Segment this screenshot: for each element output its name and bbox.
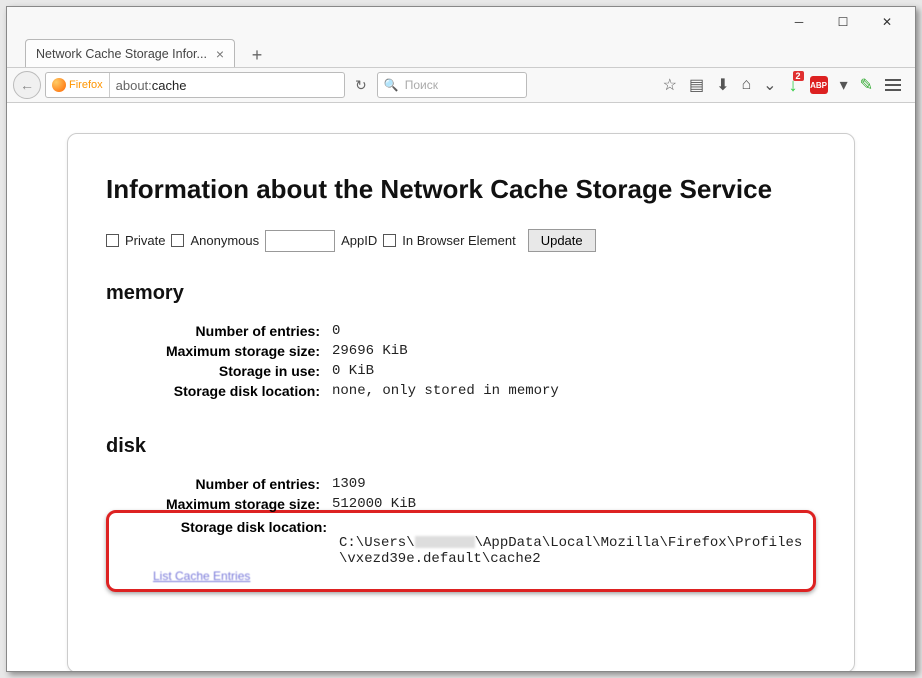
- home-icon[interactable]: ⌂: [741, 76, 751, 94]
- memory-inuse-label: Storage in use:: [132, 363, 332, 379]
- search-icon: 🔍: [384, 78, 399, 92]
- url-bar[interactable]: Firefox about:cache: [45, 72, 345, 98]
- disk-table: Number of entries: 1309 Maximum storage …: [132, 476, 816, 512]
- disk-heading: disk: [106, 435, 816, 458]
- memory-table: Number of entries: 0 Maximum storage siz…: [132, 323, 816, 399]
- titlebar: ─ ☐ ✕: [7, 7, 915, 37]
- downloads-icon[interactable]: ⬇: [716, 75, 729, 95]
- dropdown-icon[interactable]: ▾: [840, 75, 848, 95]
- memory-location-value: none, only stored in memory: [332, 383, 816, 399]
- memory-location-label: Storage disk location:: [132, 383, 332, 399]
- memory-entries-label: Number of entries:: [132, 323, 332, 339]
- checkbox-anonymous[interactable]: [171, 234, 184, 247]
- filter-row: Private Anonymous AppID In Browser Eleme…: [106, 229, 816, 252]
- disk-location-label: Storage disk location:: [139, 519, 339, 567]
- list-entries-link[interactable]: List Cache Entries: [153, 569, 809, 583]
- back-button[interactable]: ←: [13, 71, 41, 99]
- reading-list-icon[interactable]: ▤: [689, 75, 704, 95]
- update-button[interactable]: Update: [528, 229, 596, 252]
- memory-heading: memory: [106, 282, 816, 305]
- pocket-icon[interactable]: ⌄: [763, 75, 776, 95]
- memory-inuse-value: 0 KiB: [332, 363, 816, 379]
- toolbar-icons: ☆ ▤ ⬇ ⌂ ⌄ ↓ 2 ABP ▾ ✎: [663, 75, 909, 96]
- memory-maxsize-label: Maximum storage size:: [132, 343, 332, 359]
- identity-badge: Firefox: [52, 73, 110, 97]
- firefox-icon: [52, 78, 66, 92]
- maximize-button[interactable]: ☐: [821, 8, 865, 36]
- censored-username: [415, 536, 475, 548]
- tab-active[interactable]: Network Cache Storage Infor... ×: [25, 39, 235, 67]
- label-inbrowser: In Browser Element: [402, 233, 515, 248]
- page-card: Information about the Network Cache Stor…: [67, 133, 855, 671]
- url-text: about:cache: [116, 78, 187, 93]
- download-addon-icon[interactable]: ↓ 2: [789, 75, 798, 96]
- page-title: Information about the Network Cache Stor…: [106, 174, 816, 205]
- highlighted-location: Storage disk location: C:\Users\\AppData…: [106, 510, 816, 592]
- download-badge: 2: [793, 71, 804, 81]
- nav-toolbar: ← Firefox about:cache ↻ 🔍 Поиск ☆ ▤ ⬇ ⌂ …: [7, 67, 915, 103]
- new-tab-button[interactable]: +: [243, 43, 271, 67]
- label-private: Private: [125, 233, 165, 248]
- evernote-icon[interactable]: ✎: [860, 75, 873, 95]
- tab-strip: Network Cache Storage Infor... × +: [7, 37, 915, 67]
- abp-icon[interactable]: ABP: [810, 76, 828, 94]
- disk-entries-label: Number of entries:: [132, 476, 332, 492]
- search-placeholder: Поиск: [405, 78, 438, 92]
- content-area: Information about the Network Cache Stor…: [7, 103, 915, 671]
- disk-maxsize-label: Maximum storage size:: [132, 496, 332, 512]
- search-bar[interactable]: 🔍 Поиск: [377, 72, 527, 98]
- bookmark-star-icon[interactable]: ☆: [663, 75, 677, 95]
- tab-close-icon[interactable]: ×: [216, 46, 224, 62]
- reload-button[interactable]: ↻: [349, 77, 373, 94]
- memory-entries-value: 0: [332, 323, 816, 339]
- label-appid: AppID: [341, 233, 377, 248]
- identity-label: Firefox: [69, 79, 103, 91]
- close-button[interactable]: ✕: [865, 8, 909, 36]
- disk-maxsize-value: 512000 KiB: [332, 496, 816, 512]
- disk-location-value: C:\Users\\AppData\Local\Mozilla\Firefox\…: [339, 519, 809, 567]
- disk-entries-value: 1309: [332, 476, 816, 492]
- tab-title: Network Cache Storage Infor...: [36, 47, 207, 61]
- menu-button[interactable]: [885, 79, 901, 91]
- minimize-button[interactable]: ─: [777, 8, 821, 36]
- memory-maxsize-value: 29696 KiB: [332, 343, 816, 359]
- checkbox-private[interactable]: [106, 234, 119, 247]
- browser-window: ─ ☐ ✕ Network Cache Storage Infor... × +…: [6, 6, 916, 672]
- label-anonymous: Anonymous: [190, 233, 259, 248]
- appid-input[interactable]: [265, 230, 335, 252]
- checkbox-inbrowser[interactable]: [383, 234, 396, 247]
